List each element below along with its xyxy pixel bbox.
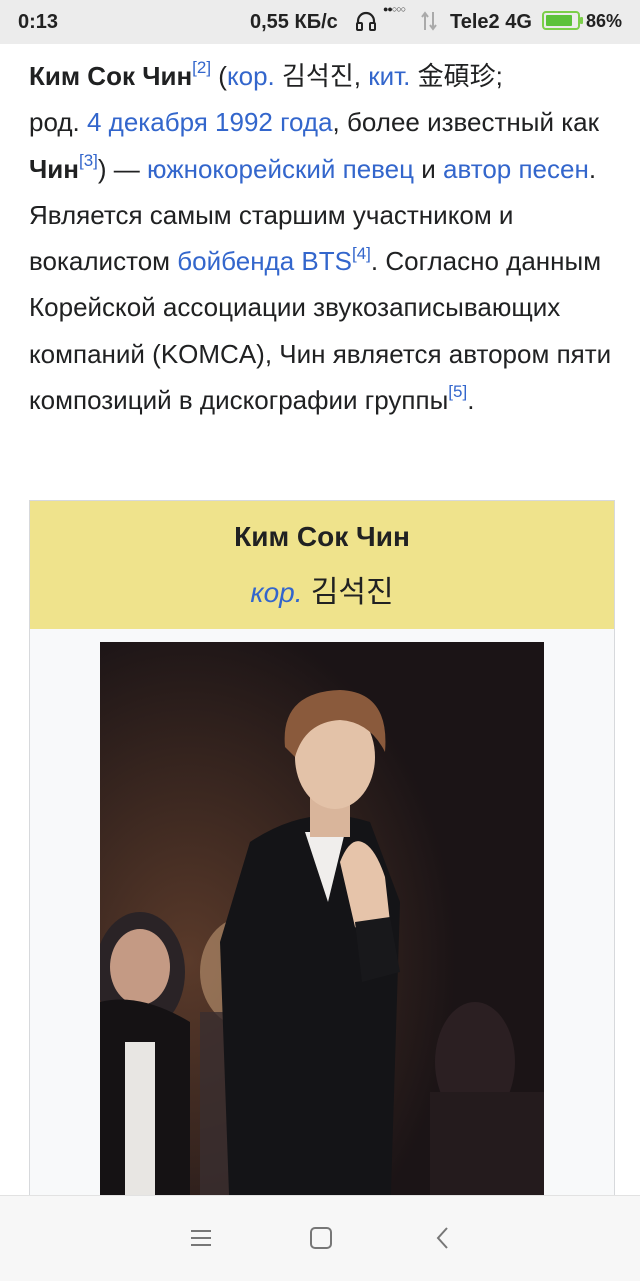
portrait-illustration — [100, 642, 544, 1222]
infobox-header: Ким Сок Чин кор. 김석진 — [30, 501, 614, 629]
text-fragment: и — [414, 153, 444, 184]
battery-percent: 86% — [586, 11, 623, 31]
stage-name: Чин — [29, 153, 79, 184]
headphones-icon — [356, 11, 376, 31]
reference-link-3[interactable]: [3] — [79, 151, 98, 170]
infobox-portrait-image[interactable] — [100, 642, 544, 1222]
birth-date-link[interactable]: 4 декабря 1992 года — [87, 107, 333, 137]
infobox-native-name: кор. 김석진 — [30, 567, 614, 611]
songwriter-link[interactable]: автор песен — [443, 154, 589, 184]
text-fragment: род. — [29, 107, 87, 138]
status-time: 0:13 — [18, 11, 59, 33]
back-icon[interactable] — [428, 1223, 458, 1253]
chinese-name: 金碩珍; — [410, 61, 503, 91]
status-bar: 0:13 0,55 КБ/с ●●○○○ Tele2 4G 86% — [0, 0, 640, 44]
article-lead-paragraph: Ким Сок Чин[2] (кор. 김석진, кит. 金碩珍; род.… — [29, 53, 619, 423]
battery-icon — [542, 11, 583, 30]
system-navigation-bar — [0, 1195, 640, 1281]
battery-fill — [546, 15, 572, 26]
text-fragment: , — [353, 61, 369, 91]
korean-language-link[interactable]: кор. — [227, 61, 275, 91]
chinese-language-link[interactable]: кит. — [368, 61, 410, 91]
boyband-bts-link[interactable]: бойбенда BTS — [177, 246, 352, 276]
data-transfer-icon — [421, 11, 437, 31]
infobox-korean-name: 김석진 — [302, 576, 394, 609]
menu-icon[interactable] — [186, 1223, 216, 1253]
korean-name: 김석진 — [274, 61, 354, 91]
home-icon[interactable] — [306, 1223, 336, 1253]
reference-link-2[interactable]: [2] — [192, 58, 211, 77]
carrier-label: Tele2 4G — [450, 11, 532, 33]
infobox-title: Ким Сок Чин — [234, 521, 410, 552]
singer-link[interactable]: южнокорейский певец — [147, 154, 414, 184]
infobox: Ким Сок Чин кор. 김석진 — [29, 500, 615, 1222]
network-speed: 0,55 КБ/с — [250, 11, 338, 33]
text-fragment: , более известный как — [332, 107, 599, 138]
reference-link-5[interactable]: [5] — [448, 382, 467, 401]
subject-name: Ким Сок Чин — [29, 61, 193, 91]
text-fragment: ) — — [97, 153, 147, 184]
text-fragment: ( — [211, 61, 227, 91]
text-fragment: . — [467, 385, 475, 416]
reference-link-4[interactable]: [4] — [352, 244, 371, 263]
notification-dots-icon: ●●○○○ — [383, 4, 406, 14]
infobox-korean-language-link[interactable]: кор. — [250, 577, 302, 608]
